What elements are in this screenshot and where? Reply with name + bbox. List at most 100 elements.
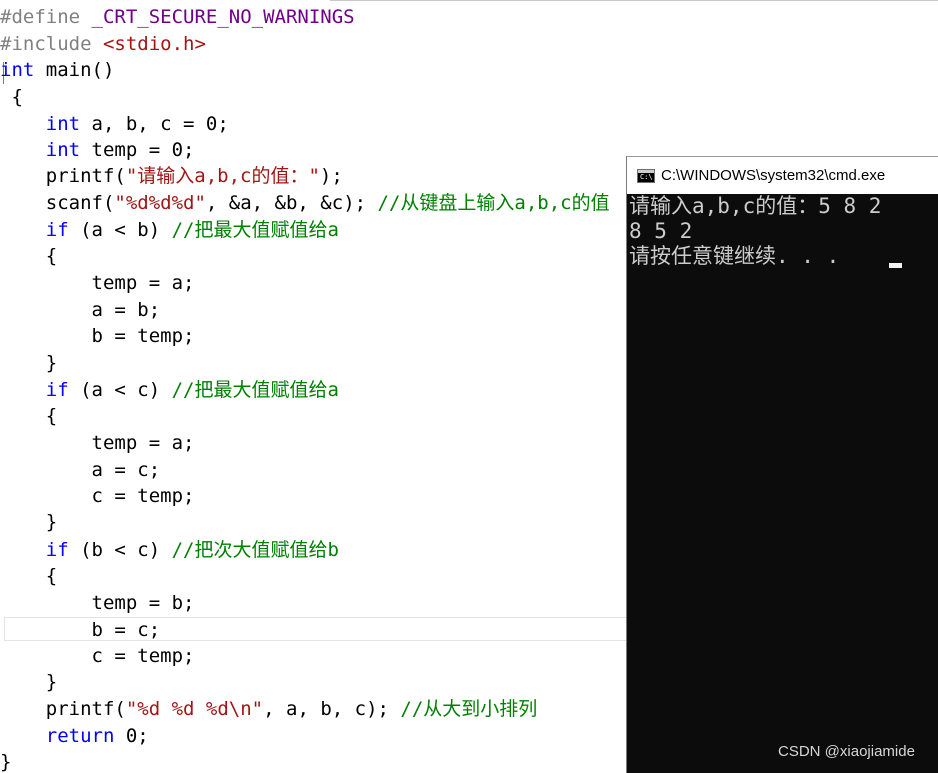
function-call: scanf( xyxy=(45,192,115,214)
console-title-bar[interactable]: C:\ C:\WINDOWS\system32\cmd.exe xyxy=(627,156,938,194)
code-text: (b < c) xyxy=(68,539,172,561)
code-line-27[interactable]: printf("%d %d %d\n", a, b, c); //从大到小排列 xyxy=(0,696,538,722)
string-literal: "%d%d%d" xyxy=(114,192,206,214)
code-line-14[interactable]: } xyxy=(0,350,57,376)
code-text: , &a, &b, &c); xyxy=(205,192,378,214)
code-line-19[interactable]: c = temp; xyxy=(0,483,195,509)
code-line-7[interactable]: printf("请输入a,b,c的值："); xyxy=(0,163,343,189)
code-text: } xyxy=(0,671,58,693)
code-comment: //从键盘上输入a,b,c的值 xyxy=(377,192,610,214)
console-line-3: 请按任意键继续. . . xyxy=(629,244,852,268)
preprocessor-directive: #include xyxy=(0,33,92,55)
cmd-icon-text: C:\ xyxy=(640,173,653,181)
preprocessor-directive: #define xyxy=(0,6,81,28)
keyword: int xyxy=(45,139,81,161)
code-comment: //把次大值赋值给b xyxy=(171,539,339,561)
code-text: a = c; xyxy=(0,459,161,481)
code-comment: //从大到小排列 xyxy=(400,698,538,720)
code-text: , a, b, c); xyxy=(263,698,401,720)
console-window[interactable]: C:\ C:\WINDOWS\system32\cmd.exe 请输入a,b,c… xyxy=(626,156,938,773)
code-line-12[interactable]: a = b; xyxy=(0,297,161,323)
code-line-6[interactable]: int temp = 0; xyxy=(0,137,195,163)
code-line-24[interactable]: b = c; xyxy=(0,617,161,643)
code-text: temp = 0; xyxy=(80,139,195,161)
string-literal: "%d %d %d\n" xyxy=(125,698,264,720)
code-text: } xyxy=(0,511,58,533)
keyword: int xyxy=(0,59,35,81)
include-header: <stdio.h> xyxy=(91,33,206,55)
code-line-3[interactable]: int main() xyxy=(0,57,114,83)
console-line-2: 8 5 2 xyxy=(629,219,693,243)
code-text: a, b, c = 0; xyxy=(80,113,229,135)
keyword: return xyxy=(45,725,115,747)
code-line-21[interactable]: if (b < c) //把次大值赋值给b xyxy=(0,537,339,563)
code-text: } xyxy=(0,352,58,374)
code-text: ); xyxy=(319,165,343,187)
code-line-16[interactable]: { xyxy=(0,403,57,429)
code-text: temp = b; xyxy=(0,592,195,614)
code-line-11[interactable]: temp = a; xyxy=(0,270,195,296)
editor-top-border xyxy=(330,0,938,1)
code-line-1[interactable]: #define _CRT_SECURE_NO_WARNINGS xyxy=(0,4,355,30)
code-text: b = temp; xyxy=(0,325,195,347)
code-line-2[interactable]: #include <stdio.h> xyxy=(0,31,206,57)
console-output[interactable]: 请输入a,b,c的值：5 8 2 8 5 2 请按任意键继续. . . CSDN… xyxy=(629,194,937,773)
code-text: { xyxy=(0,405,58,427)
function-call: printf( xyxy=(45,698,126,720)
code-text: temp = a; xyxy=(0,272,195,294)
code-line-20[interactable]: } xyxy=(0,509,57,535)
code-text: { xyxy=(0,86,23,108)
code-line-8[interactable]: scanf("%d%d%d", &a, &b, &c); //从键盘上输入a,b… xyxy=(0,190,610,216)
code-text: (a < b) xyxy=(68,219,172,241)
code-line-29[interactable]: } xyxy=(0,749,11,773)
code-text: (a < c) xyxy=(68,379,172,401)
code-line-15[interactable]: if (a < c) //把最大值赋值给a xyxy=(0,377,339,403)
watermark-text: CSDN @xiaojiamide xyxy=(778,743,915,760)
cmd-icon: C:\ xyxy=(637,169,655,183)
code-line-25[interactable]: c = temp; xyxy=(0,643,195,669)
code-text: b = c; xyxy=(0,619,161,641)
code-text: main() xyxy=(34,59,115,81)
code-line-26[interactable]: } xyxy=(0,669,57,695)
keyword: if xyxy=(45,379,69,401)
string-literal: "请输入a,b,c的值：" xyxy=(125,165,320,187)
code-text: { xyxy=(0,565,58,587)
macro-name: _CRT_SECURE_NO_WARNINGS xyxy=(80,6,355,28)
console-cursor xyxy=(889,263,902,268)
function-call: printf( xyxy=(45,165,126,187)
keyword: if xyxy=(45,219,69,241)
code-line-10[interactable]: { xyxy=(0,243,57,269)
code-line-17[interactable]: temp = a; xyxy=(0,430,195,456)
code-comment: //把最大值赋值给a xyxy=(171,219,339,241)
code-line-9[interactable]: if (a < b) //把最大值赋值给a xyxy=(0,217,339,243)
code-text: a = b; xyxy=(0,299,161,321)
code-text: c = temp; xyxy=(0,645,195,667)
code-text: { xyxy=(0,245,58,267)
code-line-22[interactable]: { xyxy=(0,563,57,589)
console-title: C:\WINDOWS\system32\cmd.exe xyxy=(661,167,886,184)
code-text: c = temp; xyxy=(0,485,195,507)
code-text: } xyxy=(0,751,12,773)
keyword: int xyxy=(45,113,81,135)
code-line-28[interactable]: return 0; xyxy=(0,723,149,749)
code-line-18[interactable]: a = c; xyxy=(0,457,161,483)
console-line-1: 请输入a,b,c的值：5 8 2 xyxy=(629,194,882,218)
code-comment: //把最大值赋值给a xyxy=(171,379,339,401)
code-text: temp = a; xyxy=(0,432,195,454)
code-line-13[interactable]: b = temp; xyxy=(0,323,195,349)
code-line-4[interactable]: { xyxy=(0,84,23,110)
code-line-5[interactable]: int a, b, c = 0; xyxy=(0,111,229,137)
keyword: if xyxy=(45,539,69,561)
screen: #define _CRT_SECURE_NO_WARNINGS #include… xyxy=(0,0,938,773)
code-text: 0; xyxy=(114,725,149,747)
code-line-23[interactable]: temp = b; xyxy=(0,590,195,616)
